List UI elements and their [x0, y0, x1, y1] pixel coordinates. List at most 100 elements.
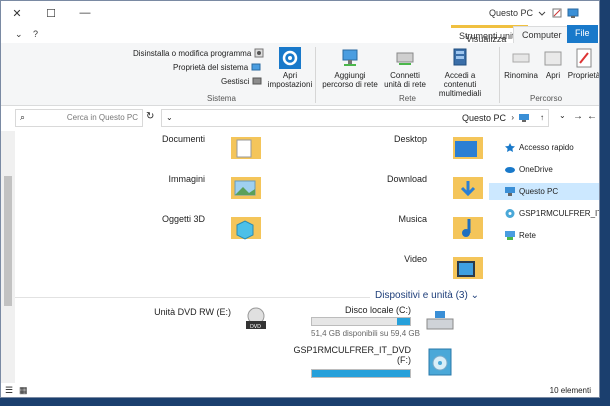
- content-scrollbar[interactable]: [1, 131, 15, 383]
- rename-icon: [512, 53, 530, 63]
- open-button[interactable]: Apri: [541, 47, 565, 80]
- drive-f-name: GSP1RMCULFRER_IT_DVD: [293, 345, 411, 355]
- map-drive-button[interactable]: Connetti unità di rete: [381, 47, 429, 89]
- search-icon[interactable]: ⌕: [20, 112, 25, 123]
- system-properties-icon: [251, 63, 261, 71]
- svg-text:DVD: DVD: [250, 324, 261, 330]
- network-drive-icon: [396, 52, 414, 65]
- folder-label: Desktop: [393, 134, 427, 144]
- folder-label: Download: [386, 174, 427, 184]
- drive-c-name: Disco locale (C:): [344, 305, 411, 315]
- drive-item-c[interactable]: Disco locale (C:) 51,4 GB disponibili su…: [311, 305, 454, 341]
- drive-e-name: Unità DVD RW (E:): [154, 307, 231, 317]
- access-media-button[interactable]: Accedi a contenuti multimediali: [429, 47, 491, 98]
- network-location-icon: [342, 49, 358, 66]
- dropdown-icon[interactable]: [536, 7, 548, 19]
- details-view-icon[interactable]: ☰: [5, 385, 13, 396]
- folder-label: Oggetti 3D: [161, 214, 205, 224]
- devices-section-header[interactable]: Dispositivi e unità (3) ⌄: [375, 290, 479, 301]
- folder-item[interactable]: Immagini: [55, 171, 265, 201]
- nav-item-quick-access[interactable]: Accesso rapido: [489, 139, 599, 156]
- tab-file[interactable]: File: [567, 25, 598, 43]
- folder-item[interactable]: Desktop: [277, 131, 487, 161]
- refresh-icon[interactable]: ↻: [146, 111, 154, 122]
- back-arrow-icon[interactable]: ←: [587, 111, 597, 122]
- dvd-drive-icon: DVD: [246, 307, 266, 330]
- folder-label: Video: [404, 254, 427, 264]
- explorer-window: ✕ ☐ — Questo PC ⌄ ? Strumenti unità Visu…: [0, 0, 600, 398]
- drive-item-e[interactable]: DVD Unità DVD RW (E:): [55, 305, 266, 335]
- group-label-location: Percorso: [530, 94, 563, 103]
- address-bar[interactable]: ↑ › Questo PC ⌄: [161, 109, 549, 127]
- local-disk-icon: [426, 311, 454, 330]
- folder-item[interactable]: Documenti: [55, 131, 265, 161]
- tiles-view-icon[interactable]: ▦: [19, 385, 28, 396]
- documents-folder-icon: [231, 137, 261, 159]
- title-bar: ✕ ☐ — Questo PC: [1, 1, 599, 25]
- address-path: Questo PC: [461, 113, 506, 123]
- cloud-icon: [505, 167, 515, 173]
- navigation-pane: Accesso rapido OneDrive Questo PC GSP1RM…: [489, 131, 599, 383]
- uninstall-program-button[interactable]: Disinstalla o modifica programma: [133, 48, 264, 58]
- open-icon: [544, 51, 562, 66]
- this-pc-title-icon: [567, 7, 579, 19]
- search-box[interactable]: Cerca in Questo PC ⌕: [15, 109, 143, 127]
- maximize-button[interactable]: ☐: [37, 3, 65, 23]
- group-label-system: Sistema: [207, 94, 236, 103]
- disc-icon: [505, 209, 515, 218]
- help-icon[interactable]: ?: [25, 26, 46, 43]
- add-network-location-button[interactable]: Aggiungi percorso di rete: [321, 47, 379, 89]
- search-placeholder[interactable]: Cerca in Questo PC: [67, 113, 138, 122]
- desktop-folder-icon: [453, 137, 483, 159]
- drive-c-space: 51,4 GB disponibili su 59,4 GB: [311, 329, 420, 338]
- recent-dropdown-icon[interactable]: ⌄: [559, 111, 566, 120]
- 3d-objects-folder-icon: [231, 217, 261, 240]
- pictures-folder-icon: [231, 177, 261, 199]
- star-icon: [505, 143, 515, 152]
- manage-button[interactable]: Gestisci: [221, 76, 262, 86]
- download-folder-icon: [453, 177, 483, 199]
- folder-item[interactable]: Musica: [277, 211, 487, 241]
- ribbon: Proprietà Apri Rinomina Percorso Accedi …: [1, 43, 599, 106]
- folder-label: Documenti: [161, 134, 205, 144]
- breadcrumb-chevron-icon[interactable]: ›: [511, 113, 514, 122]
- collapse-chevron-icon[interactable]: ⌄: [471, 290, 479, 301]
- item-count: 10 elementi: [549, 386, 591, 395]
- computer-icon: [505, 187, 515, 196]
- ribbon-tabs: ⌄ ? Strumenti unità Visualizza Computer …: [1, 25, 599, 44]
- system-properties-button[interactable]: Proprietà del sistema: [173, 62, 261, 72]
- settings-gear-icon: [279, 47, 301, 69]
- manage-icon: [252, 77, 262, 85]
- drive-c-usage-fill: [397, 318, 410, 325]
- drive-f-usage-fill: [312, 370, 410, 377]
- folder-item[interactable]: Video: [277, 251, 487, 281]
- nav-item-onedrive[interactable]: OneDrive: [489, 161, 599, 178]
- section-divider: [15, 297, 370, 298]
- properties-quick-icon[interactable]: [551, 7, 563, 19]
- drive-item-f[interactable]: GSP1RMCULFRER_IT_DVD (F:): [293, 345, 452, 381]
- open-settings-button[interactable]: Apri impostazioni: [268, 47, 312, 89]
- close-button[interactable]: ✕: [3, 3, 31, 23]
- rename-button[interactable]: Rinomina: [503, 47, 539, 80]
- minimize-button[interactable]: —: [71, 3, 99, 23]
- forward-arrow-icon[interactable]: →: [573, 111, 583, 122]
- content-pane: Desktop Documenti Download Immagini Musi…: [15, 131, 487, 383]
- network-icon: [505, 231, 515, 240]
- nav-item-network[interactable]: Rete: [489, 227, 599, 244]
- properties-button[interactable]: Proprietà: [568, 47, 599, 80]
- nav-item-dvd[interactable]: GSP1RMCULFRER_IT_DVD (F:): [489, 205, 599, 222]
- devices-header-label: Dispositivi e unità (3): [375, 290, 468, 301]
- address-dropdown-icon[interactable]: ⌄: [166, 113, 173, 122]
- tab-computer[interactable]: Computer: [513, 26, 571, 43]
- media-server-icon: [453, 48, 467, 66]
- group-label-network: Rete: [399, 94, 416, 103]
- nav-item-this-pc[interactable]: Questo PC: [489, 183, 599, 200]
- drive-f-letter: (F:): [397, 355, 411, 365]
- ribbon-separator: [499, 47, 500, 103]
- drive-c-usage-bar: [311, 317, 411, 326]
- music-folder-icon: [453, 217, 483, 239]
- up-arrow-icon[interactable]: ↑: [540, 113, 544, 122]
- scrollbar-thumb[interactable]: [4, 176, 12, 306]
- folder-item[interactable]: Download: [277, 171, 487, 201]
- folder-item[interactable]: Oggetti 3D: [55, 211, 265, 241]
